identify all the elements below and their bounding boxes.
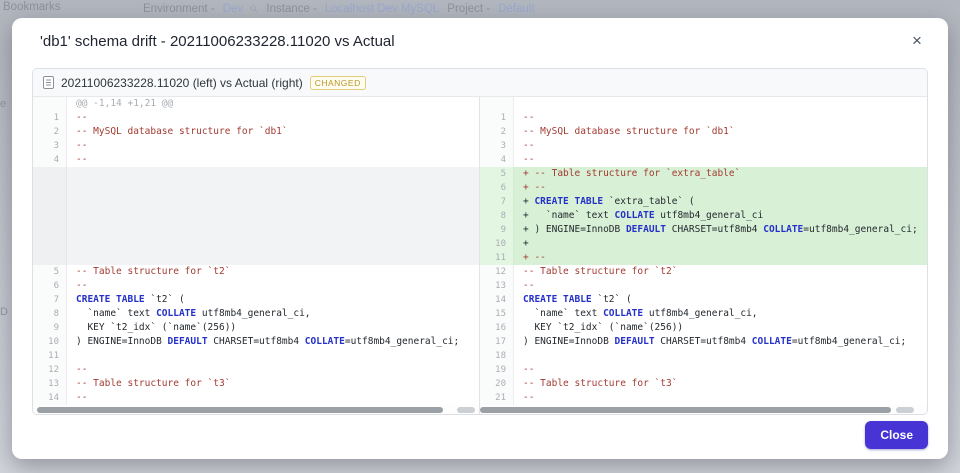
diff-line: 12 -- [33,363,479,377]
background-app-topbar: Bookmarks Environment - Dev ⚲ Instance -… [0,0,960,16]
left-scrollbar-end-piece [456,406,475,413]
diff-header: 20211006233228.11020 (left) vs Actual (r… [33,69,927,97]
diff-line: 14 -- [33,391,479,405]
diff-line: 1 -- [480,111,927,125]
left-scrollbar-thumb[interactable] [37,406,444,413]
right-scrollbar-thumb[interactable] [480,406,892,413]
diff-line: 5 + -- Table structure for `extra_table` [480,167,927,181]
diff-line [480,97,927,111]
diff-line: 21 -- [480,391,927,405]
modal-footer: Close [865,421,928,449]
diff-pane-left[interactable]: @@ -1,14 +1,21 @@ 1 -- 2 -- MySQL database s… [33,97,480,414]
environment-label: Environment - [143,3,215,15]
diff-line: 8 + `name` text COLLATE utf8mb4_general_c… [480,209,927,223]
diff-body: @@ -1,14 +1,21 @@ 1 -- 2 -- MySQL database s… [33,97,927,414]
diff-line: 12 -- Table structure for `t2` [480,265,927,279]
background-sidebar-fragment: e [0,98,7,110]
file-icon [43,76,54,89]
diff-line: 5 -- Table structure for `t2` [33,265,479,279]
diff-line: 9 KEY `t2_idx` (`name`(256)) [33,321,479,335]
background-sidebar-fragment: D [0,306,8,318]
diff-line: 3 -- [480,139,927,153]
diff-line: 6 + -- [480,181,927,195]
diff-line: 8 `name` text COLLATE utf8mb4_general_ci… [33,307,479,321]
diff-line: 2 -- MySQL database structure for `db1` [33,125,479,139]
diff-line: 19 -- [480,363,927,377]
close-button[interactable]: Close [865,421,928,449]
diff-line: 10) ENGINE=InnoDB DEFAULT CHARSET=utf8mb… [33,335,479,349]
diff-card: 20211006233228.11020 (left) vs Actual (r… [32,68,928,415]
diff-line: 4 -- [33,153,479,167]
diff-line: 9 + ) ENGINE=InnoDB DEFAULT CHARSET=utf8m… [480,223,927,237]
right-horizontal-scrollbar[interactable] [480,405,927,414]
modal-title: 'db1' schema drift - 20211006233228.1102… [40,33,395,50]
instance-plug-icon: ⚲ [248,2,262,16]
left-horizontal-scrollbar[interactable] [33,405,479,414]
diff-line: 11 [33,349,479,363]
modal-header: 'db1' schema drift - 20211006233228.1102… [12,18,948,66]
diff-gap-block [33,167,479,265]
diff-line: 14 CREATE TABLE `t2` ( [480,293,927,307]
diff-line: 7 CREATE TABLE `t2` ( [33,293,479,307]
diff-line: 10 + [480,237,927,251]
right-scrollbar-end-piece [895,406,914,413]
diff-pane-right[interactable]: 1 -- 2 -- MySQL database structure for `db1… [480,97,927,414]
project-value: Default [498,3,535,15]
diff-line: 15 `name` text COLLATE utf8mb4_general_c… [480,307,927,321]
schema-drift-modal: 'db1' schema drift - 20211006233228.1102… [12,18,948,459]
diff-line: 17) ENGINE=InnoDB DEFAULT CHARSET=utf8mb… [480,335,927,349]
diff-line: @@ -1,14 +1,21 @@ [33,97,479,111]
instance-label: Instance - [266,3,317,15]
diff-line: 16 KEY `t2_idx` (`name`(256)) [480,321,927,335]
diff-line: 4 -- [480,153,927,167]
close-icon[interactable]: × [906,30,928,52]
diff-line: 20 -- Table structure for `t3` [480,377,927,391]
diff-line: 6 -- [33,279,479,293]
diff-line: 18 [480,349,927,363]
diff-line: 1 -- [33,111,479,125]
instance-value: Localhost Dev MySQL [324,3,440,15]
diff-line: 11 + -- [480,251,927,265]
diff-line: 13 -- [480,279,927,293]
diff-line: 13 -- Table structure for `t3` [33,377,479,391]
diff-line: 3 -- [33,139,479,153]
diff-line: 2 -- MySQL database structure for `db1` [480,125,927,139]
diff-file-label: 20211006233228.11020 (left) vs Actual (r… [61,75,303,90]
background-bookmarks-label: Bookmarks [3,1,61,13]
project-label: Project - [447,3,491,15]
environment-value: Dev [222,3,244,15]
diff-line: 7 + CREATE TABLE `extra_table` ( [480,195,927,209]
status-badge: CHANGED [309,75,366,90]
